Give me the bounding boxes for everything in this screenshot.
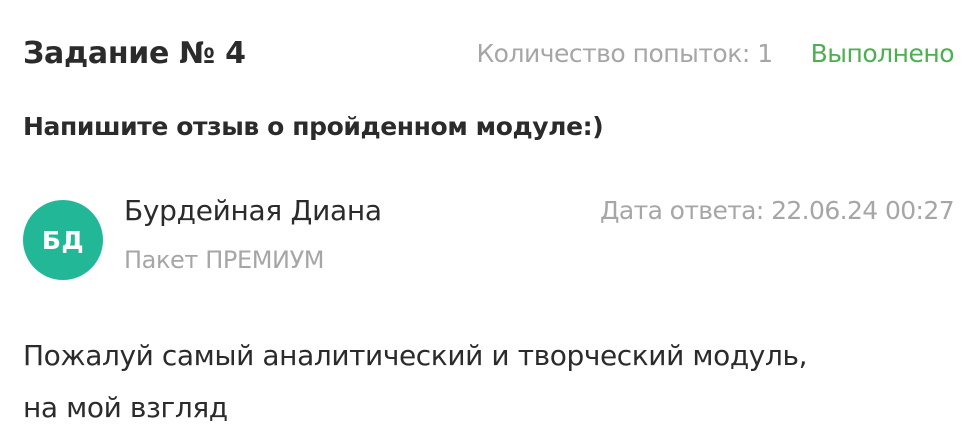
answer-text-line-1: Пожалуй самый аналитический и творческий…: [23, 339, 808, 372]
status-badge: Выполнено: [810, 38, 955, 68]
avatar-initials: БД: [41, 225, 85, 255]
task-title: Задание № 4: [23, 35, 246, 71]
author-package: Пакет ПРЕМИУМ: [124, 246, 325, 274]
attempts-count: Количество попыток: 1: [476, 38, 773, 68]
answer-text: Пожалуй самый аналитический и творческий…: [23, 330, 954, 434]
avatar[interactable]: БД: [23, 200, 103, 280]
answer-text-line-2: на мой взгляд: [23, 391, 228, 424]
answer-date: Дата ответа: 22.06.24 00:27: [599, 196, 955, 225]
author-name[interactable]: Бурдейная Диана: [124, 194, 382, 227]
task-header: Задание № 4 Количество попыток: 1 Выполн…: [23, 30, 955, 76]
question-text: Напишите отзыв о пройденном модуле:): [23, 112, 604, 141]
task-meta: Количество попыток: 1 Выполнено: [476, 39, 954, 68]
answer-card: БД Бурдейная Диана Пакет ПРЕМИУМ Дата от…: [23, 190, 955, 290]
